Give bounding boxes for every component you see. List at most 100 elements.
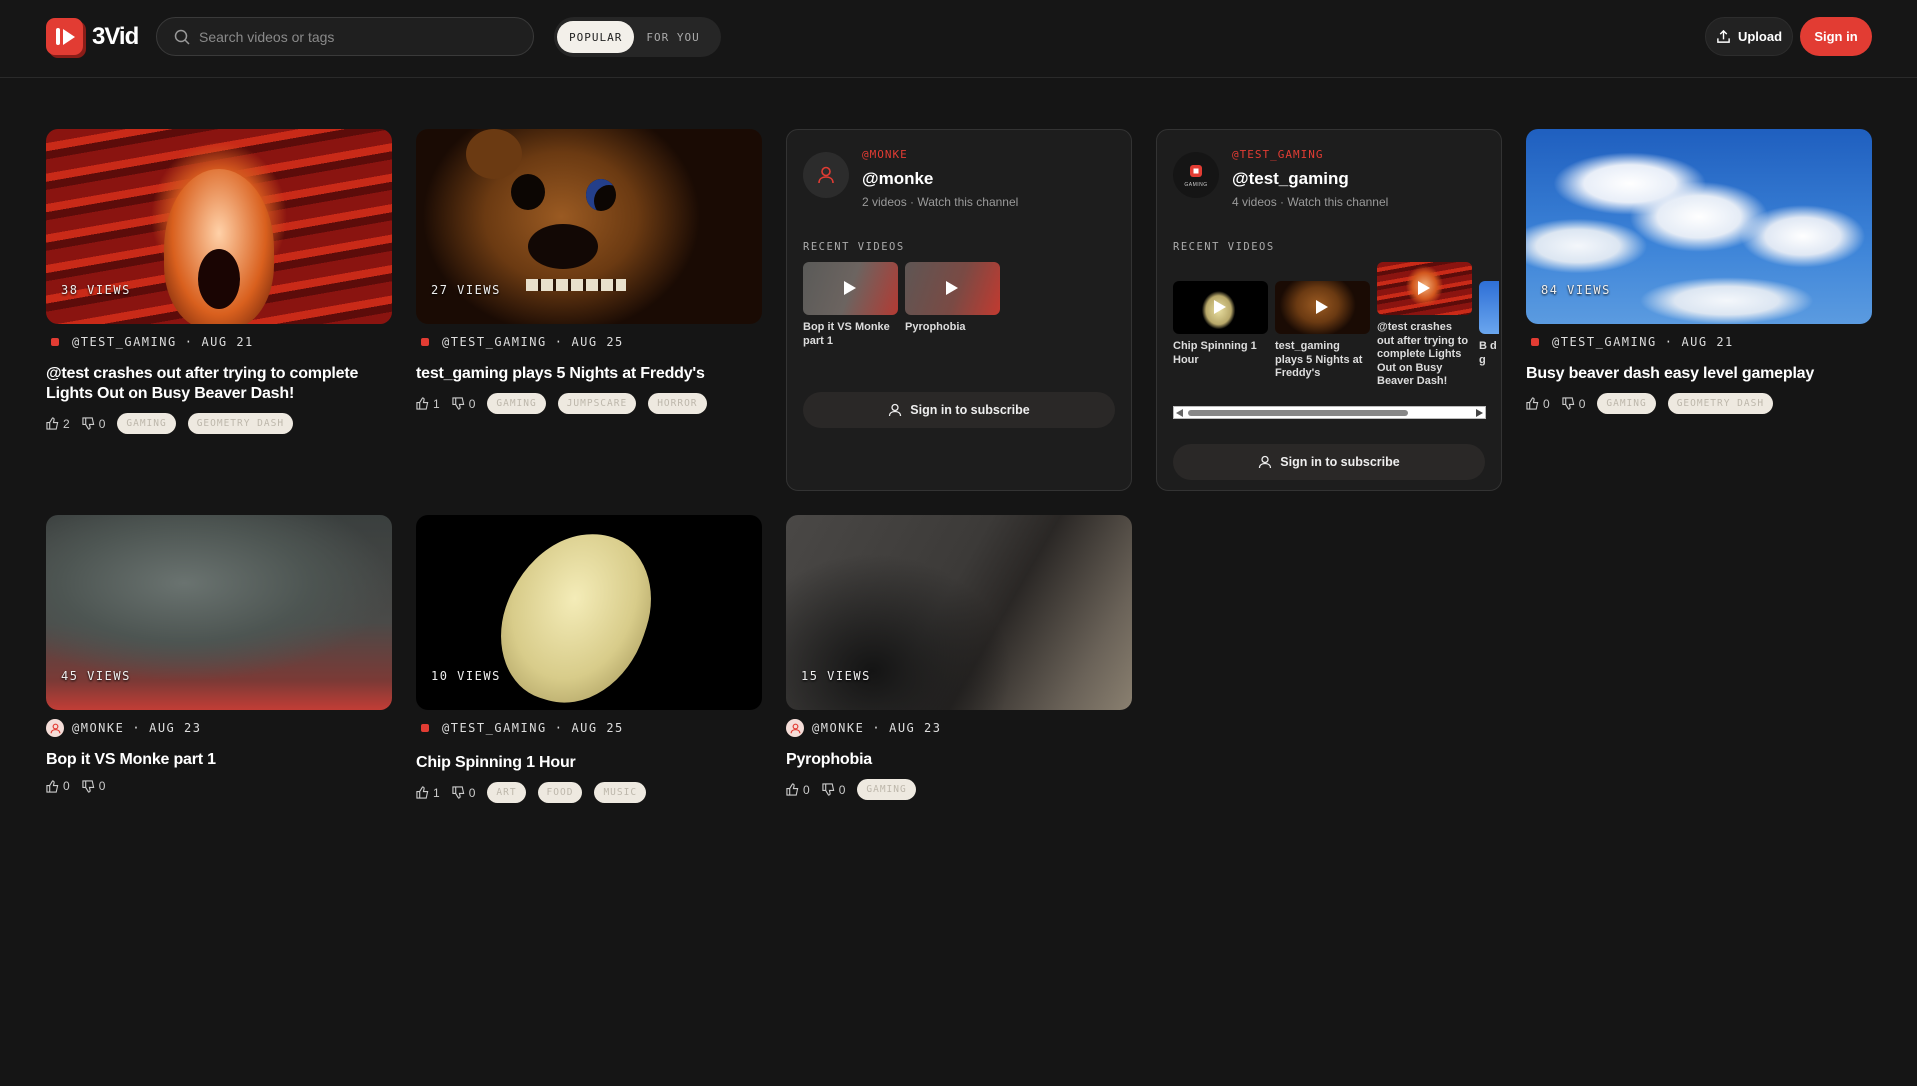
user-icon [818, 166, 834, 184]
like-button[interactable]: 2 [46, 417, 70, 431]
recent-video[interactable]: Bop it VS Monke part 1 [803, 262, 898, 348]
tag-chip[interactable]: FOOD [537, 782, 583, 803]
like-button[interactable]: 1 [416, 397, 440, 411]
channel-name[interactable]: @monke [862, 169, 933, 189]
channel-avatar[interactable]: GAMING [1173, 152, 1219, 198]
video-thumbnail[interactable]: 38 VIEWS [46, 129, 392, 324]
recent-video-thumbnail [905, 262, 1000, 315]
upload-button[interactable]: Upload [1705, 17, 1793, 56]
like-button[interactable]: 0 [786, 783, 810, 797]
tag-chip[interactable]: GEOMETRY DASH [1667, 393, 1774, 414]
search-bar[interactable] [156, 17, 534, 56]
video-card[interactable]: 45 VIEWS @MONKE · AUG 23 Bop it VS Monke p… [46, 515, 392, 793]
channel-handle[interactable]: @TEST_GAMING [1552, 335, 1657, 349]
dislike-button[interactable]: 0 [452, 786, 475, 800]
tag-chip[interactable]: GAMING [1597, 393, 1656, 414]
dislike-button[interactable]: 0 [82, 416, 106, 431]
upload-date: AUG 23 [149, 721, 202, 735]
video-card[interactable]: 15 VIEWS @MONKE · AUG 23 Pyrophobia 0 0 GA… [786, 515, 1132, 800]
tab-popular[interactable]: POPULAR [557, 21, 635, 53]
scroll-right-arrow-icon[interactable] [1476, 409, 1483, 417]
dislike-button[interactable]: 0 [82, 779, 105, 793]
subscribe-button[interactable]: Sign in to subscribe [1173, 444, 1485, 480]
video-title[interactable]: Bop it VS Monke part 1 [46, 750, 392, 770]
thumbs-down-icon [452, 397, 464, 410]
channel-handle[interactable]: @TEST_GAMING [442, 721, 547, 735]
sign-in-button[interactable]: Sign in [1800, 17, 1872, 56]
dislike-count: 0 [838, 782, 846, 797]
tag-chip[interactable]: GAMING [857, 779, 916, 800]
like-button[interactable]: 0 [46, 779, 70, 793]
recent-video-thumbnail [1479, 281, 1499, 334]
thumbs-up-icon [46, 779, 59, 793]
recent-video[interactable]: Chip Spinning 1 Hour [1173, 281, 1268, 367]
video-title[interactable]: test_gaming plays 5 Nights at Freddy's [416, 364, 762, 384]
app-name: 3Vid [92, 22, 139, 50]
dislike-button[interactable]: 0 [822, 782, 846, 797]
video-card[interactable]: 38 VIEWS @TEST_GAMING · AUG 21 @test crash… [46, 129, 392, 434]
recent-video-title: Bop it VS Monke part 1 [803, 321, 890, 347]
separator: · [554, 721, 564, 735]
dislike-button[interactable]: 0 [1562, 397, 1585, 411]
video-thumbnail[interactable]: 27 VIEWS [416, 129, 762, 324]
channel-handle[interactable]: @TEST_GAMING [72, 335, 177, 349]
gaming-logo-icon [51, 338, 59, 346]
tab-for-you[interactable]: FOR YOU [634, 21, 711, 53]
tag-chip[interactable]: JUMPSCARE [557, 393, 637, 414]
channel-handle[interactable]: @MONKE [812, 721, 864, 735]
channel-avatar[interactable] [803, 152, 849, 198]
video-card[interactable]: 10 VIEWS @TEST_GAMING · AUG 25 Chip Spinni… [416, 515, 762, 803]
view-count: 10 VIEWS [431, 669, 501, 683]
like-count: 1 [433, 396, 440, 411]
thumbs-up-icon [416, 786, 429, 799]
user-icon [889, 403, 902, 417]
search-input[interactable] [199, 28, 519, 45]
channel-handle[interactable]: @MONKE [72, 721, 124, 735]
video-thumbnail[interactable]: 10 VIEWS [416, 515, 762, 710]
video-title[interactable]: Chip Spinning 1 Hour [416, 753, 762, 773]
separator: · [554, 335, 564, 349]
view-count: 27 VIEWS [431, 283, 501, 297]
channel-handle[interactable]: @TEST_GAMING [442, 335, 547, 349]
tag-chip[interactable]: GAMING [117, 413, 176, 434]
video-title[interactable]: Pyrophobia [786, 750, 1132, 770]
tag-chip[interactable]: MUSIC [594, 782, 647, 803]
recent-video[interactable]: B d g [1479, 281, 1499, 367]
video-thumbnail[interactable]: 45 VIEWS [46, 515, 392, 710]
dislike-button[interactable]: 0 [452, 397, 475, 411]
channel-avatar-text: GAMING [1184, 182, 1208, 188]
dislike-count: 0 [98, 416, 106, 431]
recent-video-title: @test crashes out after trying to comple… [1377, 321, 1469, 387]
video-thumbnail[interactable]: 84 VIEWS [1526, 129, 1872, 324]
recent-video[interactable]: test_gaming plays 5 Nights at Freddy's [1275, 281, 1370, 381]
channel-avatar [1526, 333, 1544, 351]
logo-icon [46, 18, 83, 55]
recent-video-title: Chip Spinning 1 Hour [1173, 340, 1257, 366]
tag-chip[interactable]: ART [487, 782, 526, 803]
video-card[interactable]: 27 VIEWS @TEST_GAMING · AUG 25 test_gaming… [416, 129, 762, 414]
tag-chip[interactable]: HORROR [648, 393, 707, 414]
subscribe-button[interactable]: Sign in to subscribe [803, 392, 1115, 428]
scroll-left-arrow-icon[interactable] [1176, 409, 1183, 417]
like-button[interactable]: 0 [1526, 397, 1550, 411]
horizontal-scrollbar[interactable] [1173, 406, 1486, 419]
recent-video-title: Pyrophobia [905, 321, 966, 333]
video-card[interactable]: 84 VIEWS @TEST_GAMING · AUG 21 Busy beaver… [1526, 129, 1872, 414]
tag-chip[interactable]: GAMING [487, 393, 546, 414]
video-thumbnail[interactable]: 15 VIEWS [786, 515, 1132, 710]
video-title[interactable]: Busy beaver dash easy level gameplay [1526, 364, 1872, 384]
recent-video[interactable]: @test crashes out after trying to comple… [1377, 262, 1472, 389]
channel-name[interactable]: @test_gaming [1232, 169, 1349, 189]
recent-video[interactable]: Pyrophobia [905, 262, 1000, 335]
thumbnail-art [511, 174, 545, 210]
recent-video-title: B d g [1479, 340, 1497, 366]
logo[interactable]: 3Vid [46, 18, 139, 55]
like-count: 2 [63, 416, 70, 431]
video-title[interactable]: @test crashes out after trying to comple… [46, 364, 392, 404]
scrollbar-thumb[interactable] [1188, 410, 1408, 416]
tag-chip[interactable]: GEOMETRY DASH [187, 413, 294, 434]
like-button[interactable]: 1 [416, 786, 440, 800]
play-icon [1214, 300, 1226, 314]
thumbnail-art [482, 515, 670, 710]
video-stats: 0 0 GAMING GEOMETRY DASH [1526, 393, 1872, 414]
